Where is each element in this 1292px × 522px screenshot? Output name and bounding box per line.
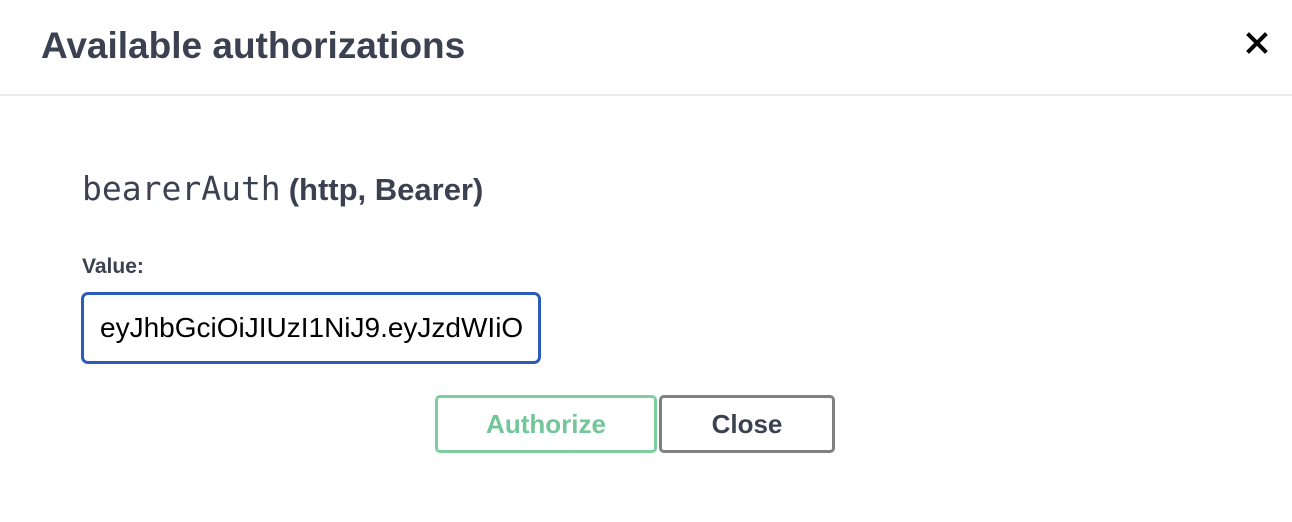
authorize-button[interactable]: Authorize [435, 395, 657, 453]
value-label: Value: [82, 255, 144, 278]
modal-body: bearerAuth(http, Bearer) Value: Authoriz… [0, 96, 1292, 522]
close-button[interactable]: Close [659, 395, 835, 453]
modal-title: Available authorizations [41, 25, 466, 66]
scheme-type: (http, Bearer) [288, 172, 484, 207]
scheme-heading: bearerAuth (http, Bearer) [82, 167, 483, 218]
auth-modal: Available authorizations bearerAuth (http… [0, 0, 1292, 522]
modal-header: Available authorizations [0, 0, 1292, 96]
scheme-name: bearerAuth [82, 169, 281, 208]
modal-close-button[interactable] [1240, 26, 1274, 60]
close-x-icon [1246, 32, 1268, 54]
bearer-token-input[interactable] [81, 292, 541, 364]
